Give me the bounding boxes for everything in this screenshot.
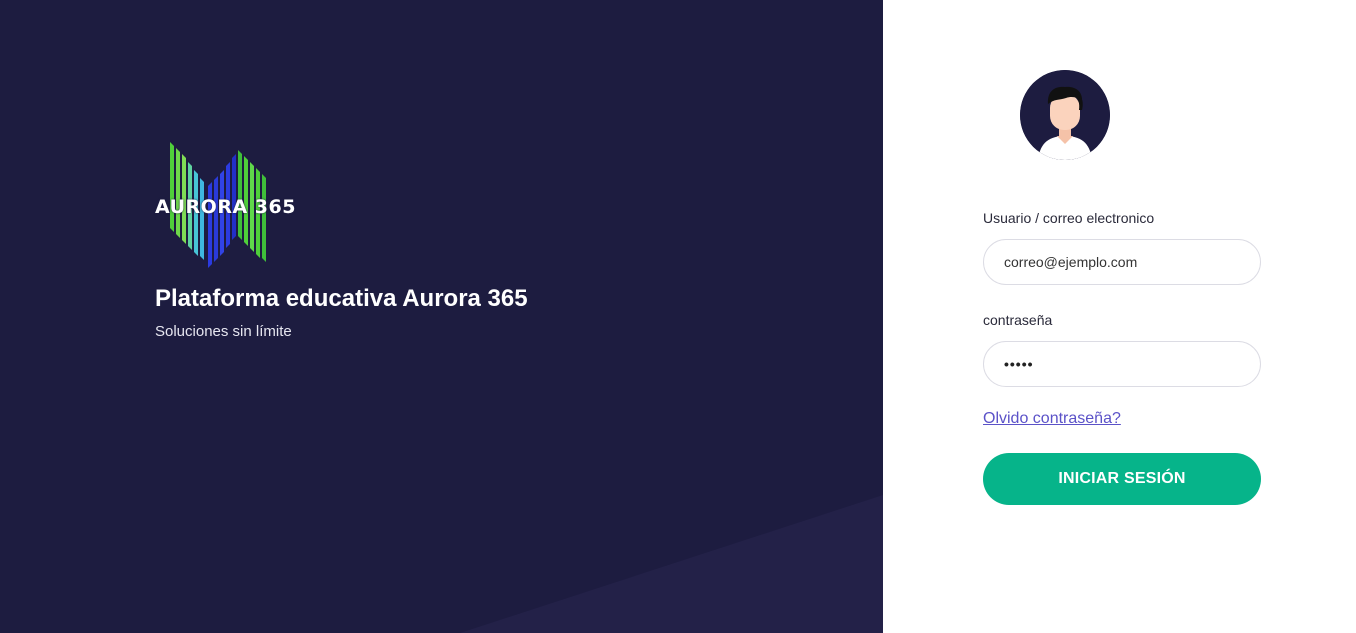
email-field[interactable]: [983, 239, 1261, 285]
page-subtitle: Soluciones sin límite: [155, 323, 292, 340]
password-input[interactable]: •••••: [1004, 356, 1034, 372]
forgot-password-link[interactable]: Olvido contraseña?: [983, 410, 1121, 428]
password-field[interactable]: •••••: [983, 341, 1261, 387]
login-button[interactable]: INICIAR SESIÓN: [983, 453, 1261, 505]
background-diagonal-shape: [460, 495, 883, 633]
login-panel: Usuario / correo electronico contraseña …: [883, 0, 1356, 633]
email-label: Usuario / correo electronico: [983, 210, 1155, 226]
page-title: Plataforma educativa Aurora 365: [155, 285, 528, 312]
logo-text: AURORA 365: [155, 196, 296, 218]
email-input[interactable]: [1004, 254, 1244, 270]
user-avatar-icon: [1020, 70, 1110, 160]
branding-panel: AURORA 365 Plataforma educativa Aurora 3…: [0, 0, 883, 633]
password-label: contraseña: [983, 312, 1053, 328]
